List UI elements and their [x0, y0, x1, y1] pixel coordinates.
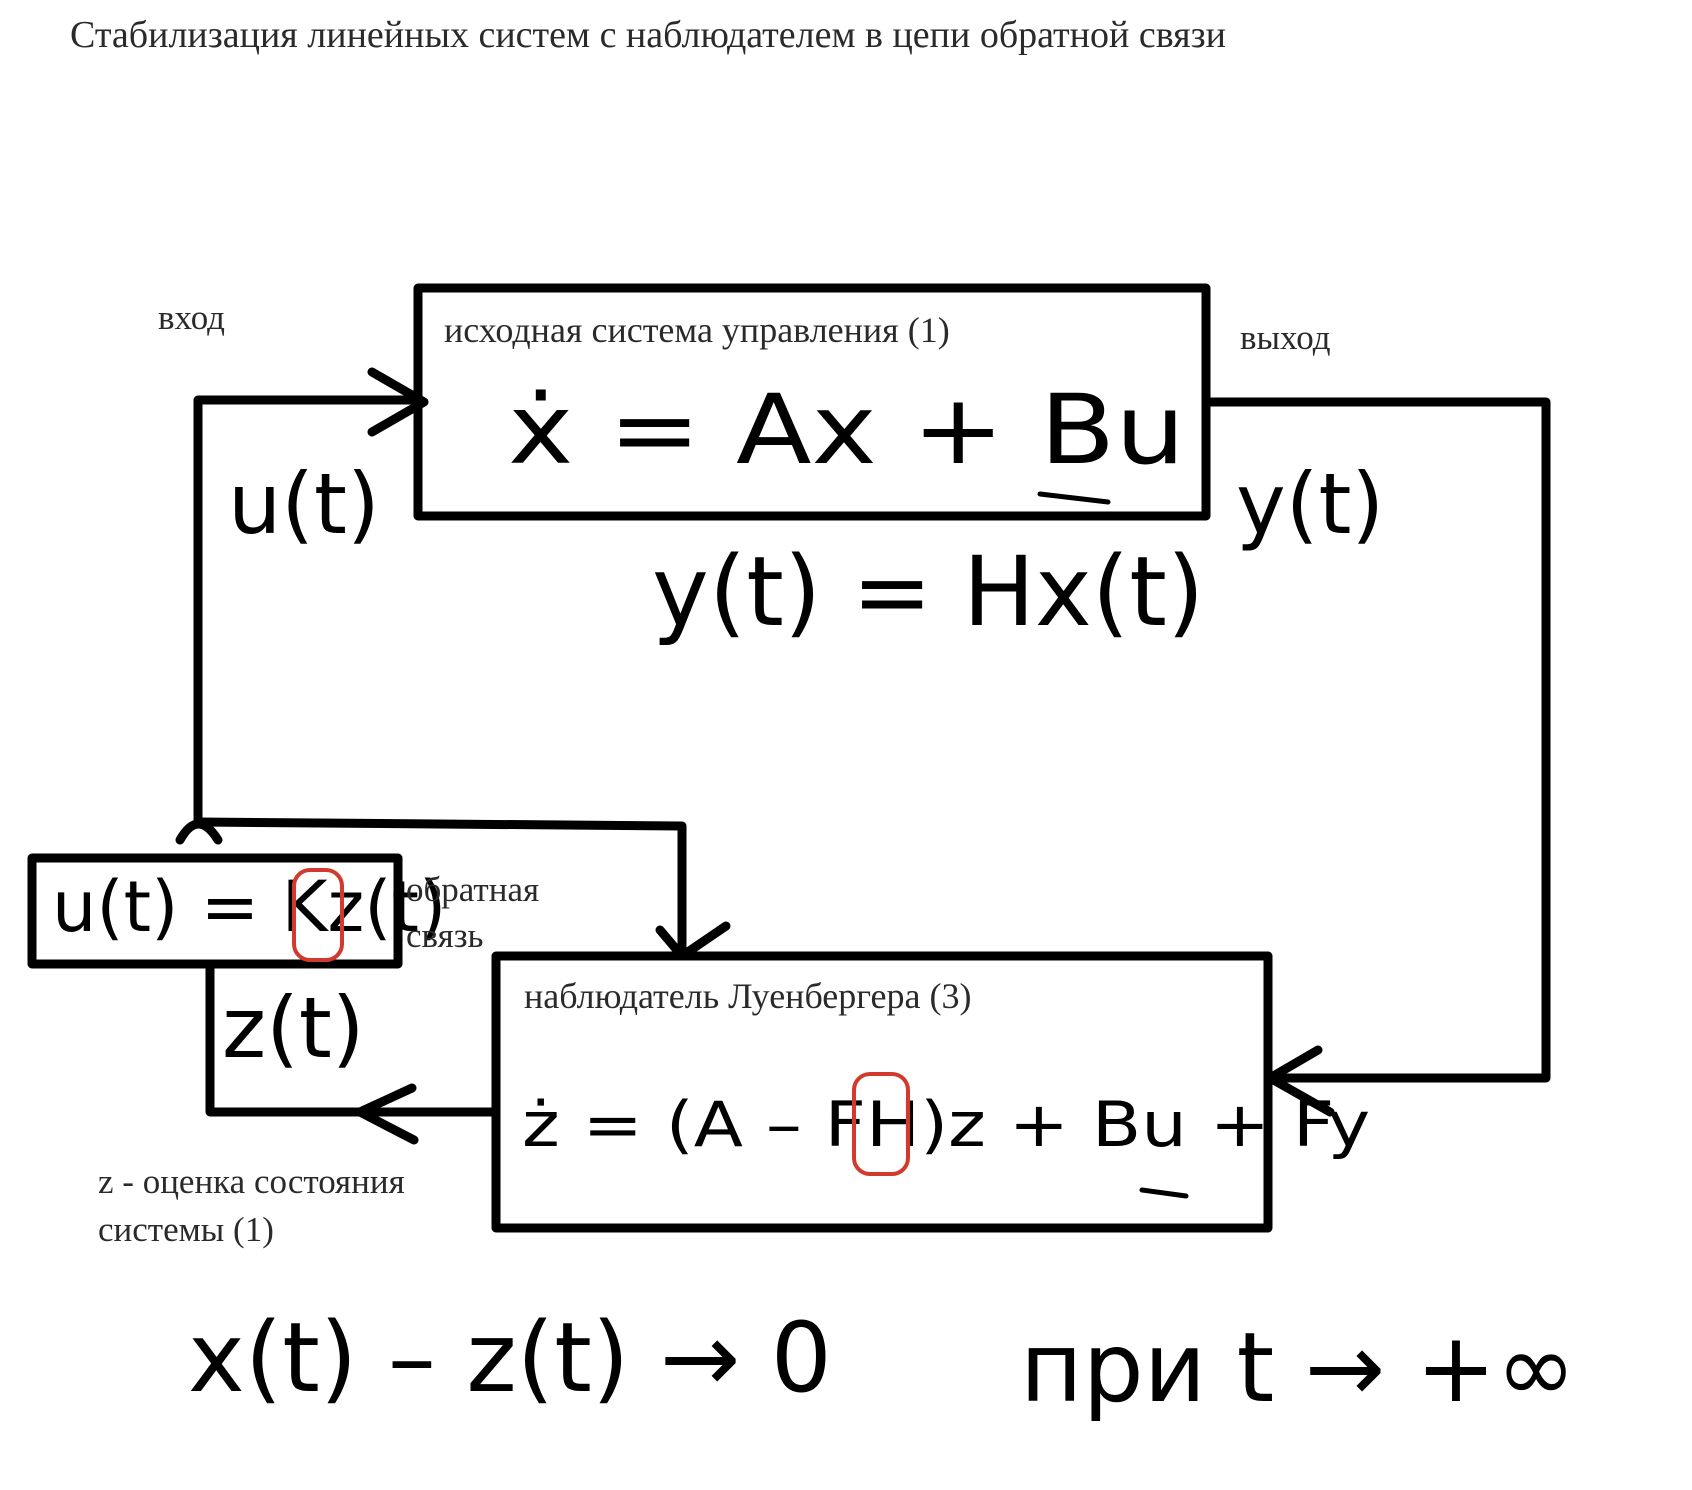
- estimate-label-line1: z - оценка состояния: [98, 1162, 405, 1201]
- feedback-equation: u(t) = Kz(t): [52, 866, 447, 948]
- u-signal-label: u(t): [228, 455, 380, 553]
- convergence-condition: при t → +∞: [1020, 1312, 1577, 1424]
- k-highlight: [292, 868, 344, 962]
- y-signal-label: y(t): [1236, 455, 1385, 553]
- observer-equation: ż = (A – FH)z + Bu + Fy: [522, 1088, 1371, 1161]
- feedback-label-line2: связь: [406, 916, 484, 955]
- convergence-equation: x(t) – z(t) → 0: [188, 1302, 832, 1414]
- plant-box-label: исходная система управления (1): [444, 310, 950, 350]
- input-label: вход: [158, 298, 225, 337]
- observer-box-label: наблюдатель Луенбергера (3): [524, 976, 972, 1016]
- u-underline-2: [1139, 1187, 1189, 1199]
- junction-mark: [175, 819, 223, 845]
- page-title: Стабилизация линейных систем с наблюдате…: [70, 14, 1226, 56]
- diagram-canvas: Стабилизация линейных систем с наблюдате…: [0, 0, 1692, 1490]
- z-signal-label: z(t): [222, 979, 365, 1077]
- f-highlight: [852, 1072, 910, 1176]
- u-underline: [1037, 491, 1111, 505]
- estimate-label-line2: системы (1): [98, 1210, 274, 1249]
- feedback-label-line1: обратная: [406, 870, 540, 909]
- plant-equation: ẋ = Ax + Bu: [508, 374, 1186, 486]
- output-equation: y(t) = Hx(t): [652, 536, 1205, 648]
- block-diagram-wires: [27, 283, 1551, 1233]
- output-label: выход: [1240, 318, 1331, 357]
